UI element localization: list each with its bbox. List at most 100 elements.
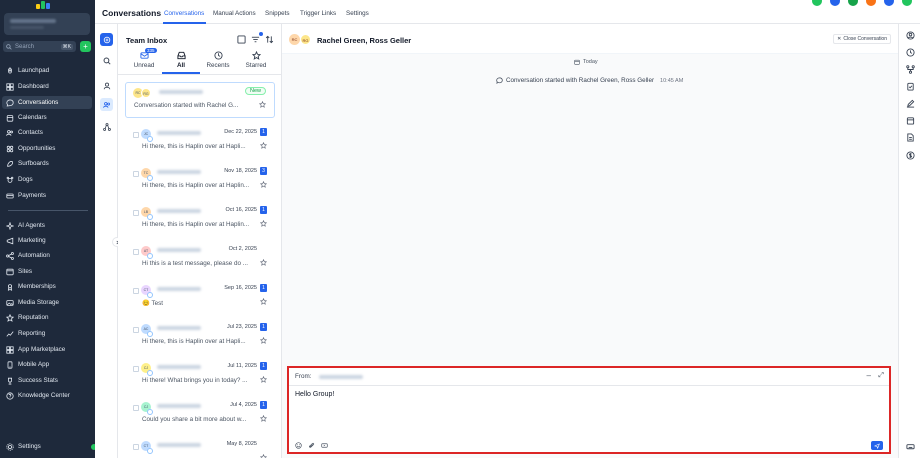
star-icon[interactable] — [260, 415, 267, 422]
header-action-settings[interactable] — [884, 0, 894, 6]
sidebar-item-media-storage[interactable]: Media Storage — [2, 296, 92, 309]
sidebar-item-automation[interactable]: Automation — [2, 249, 92, 262]
workflow-button[interactable] — [100, 120, 113, 133]
keyboard-shortcuts-button[interactable] — [905, 441, 915, 451]
account-switcher[interactable] — [4, 13, 90, 35]
conversation-checkbox[interactable] — [133, 444, 139, 450]
emoji-icon: 😊 — [142, 300, 150, 307]
memberships-icon — [6, 283, 14, 291]
appointments-button[interactable] — [905, 115, 915, 125]
header-action-phone[interactable] — [812, 0, 822, 6]
video-icon[interactable] — [321, 442, 328, 449]
conversation-checkbox[interactable] — [133, 249, 139, 255]
select-all-checkbox[interactable] — [236, 34, 246, 44]
tab-snippets[interactable]: Snippets — [265, 10, 290, 17]
conversation-item[interactable]: CT May 8, 2025 — [125, 436, 275, 458]
team-inbox-button[interactable] — [100, 98, 113, 111]
emoji-icon[interactable] — [295, 442, 302, 449]
sidebar-search[interactable]: Search ⌘K — [3, 41, 76, 52]
conversation-item[interactable]: AT Oct 2, 2025 Hi this is a test message, … — [125, 241, 275, 277]
sort-button[interactable] — [264, 34, 274, 44]
star-icon[interactable] — [260, 259, 267, 266]
expand-composer-button[interactable]: ⤢ — [878, 372, 884, 380]
sidebar-item-calendars[interactable]: Calendars — [2, 111, 92, 124]
sidebar-item-knowledge-center[interactable]: Knowledge Center — [2, 389, 92, 402]
sidebar-item-payments[interactable]: Payments — [2, 189, 92, 202]
contact-details-button[interactable] — [905, 30, 915, 40]
activity-button[interactable] — [905, 47, 915, 57]
conversation-checkbox[interactable] — [133, 210, 139, 216]
sidebar-item-surfboards[interactable]: Surfboards — [2, 157, 92, 170]
tab-manual-actions[interactable]: Manual Actions — [213, 10, 256, 17]
sidebar-item-opportunities[interactable]: Opportunities — [2, 142, 92, 155]
star-icon[interactable] — [260, 142, 267, 149]
conversation-checkbox[interactable] — [133, 132, 139, 138]
sidebar-item-launchpad[interactable]: Launchpad — [2, 64, 92, 77]
conversation-checkbox[interactable] — [133, 327, 139, 333]
tab-conversations[interactable]: Conversations — [164, 10, 204, 17]
conversation-item[interactable]: TC Nov 18, 2025 3 Hi there, this is Haplin … — [125, 163, 275, 199]
filter-tab-unread[interactable]: 335 Unread — [126, 48, 162, 73]
filter-tab-all[interactable]: All — [163, 51, 199, 73]
header-action-megaphone[interactable] — [848, 0, 858, 6]
tab-trigger-links[interactable]: Trigger Links — [300, 10, 336, 17]
sidebar-item-dashboard[interactable]: Dashboard — [2, 80, 92, 93]
documents-button[interactable] — [905, 132, 915, 142]
from-select[interactable] — [319, 375, 363, 379]
payments-button[interactable] — [905, 150, 915, 160]
quick-add-button[interactable]: + — [80, 41, 91, 52]
star-icon[interactable] — [260, 298, 267, 305]
conversation-item[interactable]: AC Jul 23, 2025 1 Hi there, this is Haplin … — [125, 319, 275, 355]
sidebar-item-conversations[interactable]: Conversations — [2, 96, 92, 109]
conversation-item[interactable]: CT Sep 16, 2025 1 😊 Test — [125, 280, 275, 316]
star-icon[interactable] — [259, 101, 266, 108]
star-icon[interactable] — [260, 376, 267, 383]
conversation-item[interactable]: JC Dec 22, 2025 1 Hi there, this is Haplin … — [125, 124, 275, 160]
sidebar-item-reporting[interactable]: Reporting — [2, 327, 92, 340]
tab-settings[interactable]: Settings — [346, 10, 369, 17]
conversation-item[interactable]: CJ Jul 4, 2025 1 Could you share a bit more… — [125, 397, 275, 433]
conversation-checkbox[interactable] — [133, 288, 139, 294]
sidebar-item-reputation[interactable]: Reputation — [2, 311, 92, 324]
user-avatar[interactable] — [902, 0, 912, 6]
sidebar-item-contacts[interactable]: Contacts — [2, 126, 92, 139]
workflows-button[interactable] — [905, 64, 915, 74]
sidebar-item-memberships[interactable]: Memberships — [2, 280, 92, 293]
conversation-item[interactable]: LB Oct 16, 2025 1 Hi there, this is Haplin … — [125, 202, 275, 238]
conversation-date: Nov 18, 2025 — [224, 168, 257, 174]
filter-tab-starred[interactable]: Starred — [238, 51, 274, 73]
conversation-checkbox[interactable] — [133, 405, 139, 411]
my-inbox-button[interactable] — [100, 79, 113, 92]
star-icon[interactable] — [260, 220, 267, 227]
sidebar-item-mobile-app[interactable]: Mobile App — [2, 358, 92, 371]
send-button[interactable] — [871, 441, 883, 450]
header-action-help[interactable] — [830, 0, 840, 6]
header-action-notifications[interactable] — [866, 0, 876, 6]
conversation-item[interactable]: RC RG New Conversation started with Rachel … — [125, 82, 275, 118]
sidebar-item-sites[interactable]: Sites — [2, 265, 92, 278]
sidebar-item-success-stats[interactable]: Success Stats — [2, 374, 92, 387]
message-input[interactable]: Hello Group! — [295, 391, 334, 398]
conversation-date: Sep 16, 2025 — [224, 285, 257, 291]
sidebar-item-marketing[interactable]: Marketing — [2, 234, 92, 247]
conversation-item[interactable]: CJ Jul 11, 2025 1 Hi there! What brings you… — [125, 358, 275, 394]
compose-button[interactable] — [100, 33, 113, 46]
filter-button[interactable] — [250, 34, 260, 44]
tasks-button[interactable] — [905, 81, 915, 91]
notes-button[interactable] — [905, 98, 915, 108]
filter-tab-recents[interactable]: Recents — [200, 51, 236, 73]
brand-logo[interactable] — [36, 1, 54, 9]
search-conversations-button[interactable] — [100, 54, 113, 67]
star-icon[interactable] — [260, 454, 267, 458]
conversation-checkbox[interactable] — [133, 171, 139, 177]
sidebar-item-ai-agents[interactable]: AI Agents — [2, 219, 92, 232]
minimize-composer-button[interactable]: – — [867, 371, 871, 380]
star-icon[interactable] — [260, 181, 267, 188]
sidebar-item-settings[interactable]: Settings — [2, 440, 92, 453]
conversation-checkbox[interactable] — [133, 366, 139, 372]
close-conversation-button[interactable]: ✕ Close Conversation — [833, 34, 891, 44]
sidebar-item-app-marketplace[interactable]: App Marketplace — [2, 343, 92, 356]
attachment-icon[interactable] — [308, 442, 315, 449]
star-icon[interactable] — [260, 337, 267, 344]
sidebar-item-dogs[interactable]: Dogs — [2, 173, 92, 186]
